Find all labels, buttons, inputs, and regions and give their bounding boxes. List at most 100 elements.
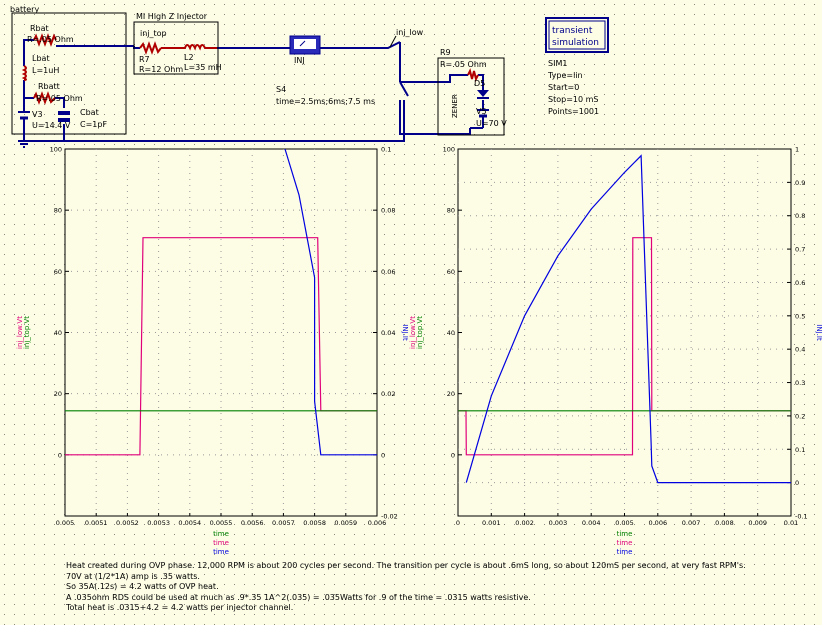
y-left-tick-label: 0 (58, 451, 62, 459)
y-right-tick-label: 0.3 (795, 379, 805, 387)
y-right-label-current: INJ.It (401, 324, 409, 341)
x-tick-label: 0.0055 (210, 519, 233, 527)
x-tick-label: 0.005 (56, 519, 75, 527)
sim-param: SIM1 (548, 59, 567, 68)
x-axis-label: time (213, 530, 229, 538)
s4-name: S4 (276, 85, 286, 94)
x-tick-label: 0.008 (715, 519, 734, 527)
x-tick-label: 0 (456, 519, 460, 527)
y-right-tick-label: 1 (795, 146, 799, 154)
d5-part-label: ZENER (451, 94, 459, 118)
injector-box-label: MI High Z Injector (136, 12, 208, 21)
x-tick-label: 0.0058 (303, 519, 326, 527)
y-right-tick-label: 0.6 (795, 279, 805, 287)
v3-name: V3 (32, 110, 43, 119)
y-right-tick-label: 0.06 (381, 268, 395, 276)
y-right-tick-label: 0.8 (795, 212, 805, 220)
y-right-tick-label: 0 (795, 479, 799, 487)
note-line: Total heat is .0315+4.2 = 4.2 watts per … (66, 603, 294, 612)
y-right-tick-label: 0.08 (381, 207, 395, 215)
x-tick-label: 0.007 (682, 519, 701, 527)
l2-value: L=35 mH (184, 63, 222, 72)
v3-value: U=14.4 V (32, 121, 71, 130)
r9-name: R9 (440, 48, 451, 57)
x-tick-label: 0.006 (648, 519, 667, 527)
y-left-tick-label: 60 (447, 268, 455, 276)
y-right-tick-label: 0.7 (795, 246, 805, 254)
rbat-name: Rbat (30, 24, 49, 33)
x-axis-label: time (617, 548, 633, 556)
y-right-tick-label: 0.04 (381, 329, 395, 337)
y-left-tick-label: 60 (54, 268, 62, 276)
v5-name: V5 (476, 107, 487, 116)
x-tick-label: 0.0051 (85, 519, 108, 527)
notes-block: Heat created during OVP phase. 12,000 RP… (66, 561, 806, 614)
y-left-tick-label: 20 (54, 390, 62, 398)
y-left-tick-label: 100 (50, 146, 62, 154)
rbat-value: R=.05 Ohm (27, 35, 74, 44)
transient-simulation-block[interactable]: transient simulation (545, 17, 609, 53)
y-right-tick-label: -0.02 (381, 513, 398, 521)
l2-name: L2 (184, 53, 194, 62)
sim-param: Points=1001 (548, 107, 599, 116)
note-line: Heat created during OVP phase. 12,000 RP… (66, 561, 746, 570)
rbatt-name: Rbatt (38, 82, 60, 91)
y-right-tick-label: 0.4 (795, 346, 805, 354)
x-axis-label: time (617, 530, 633, 538)
y-left-tick-label: 80 (447, 207, 455, 215)
y-left-tick-label: 80 (54, 207, 62, 215)
sim-param: Start=0 (548, 83, 579, 92)
note-line: A .035ohm RDS could be used at much as .… (66, 592, 531, 602)
chart-right: 0 0.001 0.002 0.003 0.004 0.005 0.006 0.007 0.00… (409, 146, 822, 557)
x-tick-label: 0.0054 (178, 519, 201, 527)
y-right-tick-label: 0 (381, 451, 385, 459)
r7-value: R=12 Ohm (139, 65, 183, 74)
cbat-name: Cbat (80, 108, 99, 117)
rbatt-value: R=.05 Ohm (36, 94, 83, 103)
lbat-value: L=1uH (32, 66, 59, 75)
inj-low-label: inj_low (396, 28, 424, 37)
y-right-tick-label: -0.1 (795, 513, 808, 521)
sim-box-label: transient (552, 26, 593, 36)
x-axis-label: time (213, 539, 229, 547)
x-tick-label: 0.005 (615, 519, 634, 527)
note-line: So 35A(.12s) = 4.2 watts of OVP heat. (66, 582, 219, 591)
y-right-label-current: INJ.It (815, 324, 822, 341)
plot-area[interactable] (457, 148, 792, 517)
x-axis-label: time (213, 548, 229, 556)
lbat-name: Lbat (32, 54, 50, 63)
x-tick-label: 0.003 (549, 519, 568, 527)
cbat-value: C=1pF (80, 120, 107, 129)
y-right-tick-label: 0.1 (795, 446, 805, 454)
ammeter-inj-icon[interactable] (289, 35, 321, 55)
x-tick-label: 0.0057 (272, 519, 295, 527)
y-right-tick-label: 0.02 (381, 390, 395, 398)
r7-name: R7 (139, 55, 150, 64)
y-left-tick-label: 40 (54, 329, 62, 337)
chart-left: 0.005 0.0051 0.0052 0.0053 0.0054 0.0055 0.005… (16, 146, 409, 557)
y-left-tick-label: 100 (443, 146, 455, 154)
x-tick-label: 0.0059 (334, 519, 357, 527)
y-left-tick-label: 0 (451, 451, 455, 459)
s4-value: time=2.5ms;6ms;7.5 ms (276, 97, 375, 106)
y-left-label-inj-top: inj_top.Vt (23, 316, 31, 349)
d5-name: D5 (474, 79, 485, 88)
x-axis-label: time (617, 539, 633, 547)
y-left-label-inj-top: inj_top.Vt (416, 316, 424, 349)
inj-top-label: inj_top (140, 29, 167, 38)
x-tick-label: 0.0056 (241, 519, 264, 527)
inj-ammeter-label: INJ (294, 56, 305, 65)
note-line: 70V at (1/2*1A) amp is .35 watts. (66, 571, 200, 581)
x-tick-label: 0.009 (748, 519, 767, 527)
r9-value: R=.05 Ohm (440, 60, 487, 69)
y-right-tick-label: 0.9 (795, 179, 805, 187)
y-left-tick-label: 40 (447, 329, 455, 337)
x-tick-label: 0.004 (582, 519, 601, 527)
y-right-tick-label: 0.5 (795, 312, 805, 320)
v5-value: U=70 V (476, 119, 507, 128)
sim-box-label-line2: simulation (552, 38, 599, 48)
x-tick-label: 0.001 (482, 519, 501, 527)
y-right-tick-label: 0.1 (381, 146, 391, 154)
x-tick-label: 0.002 (515, 519, 534, 527)
x-tick-label: 0.0052 (116, 519, 139, 527)
